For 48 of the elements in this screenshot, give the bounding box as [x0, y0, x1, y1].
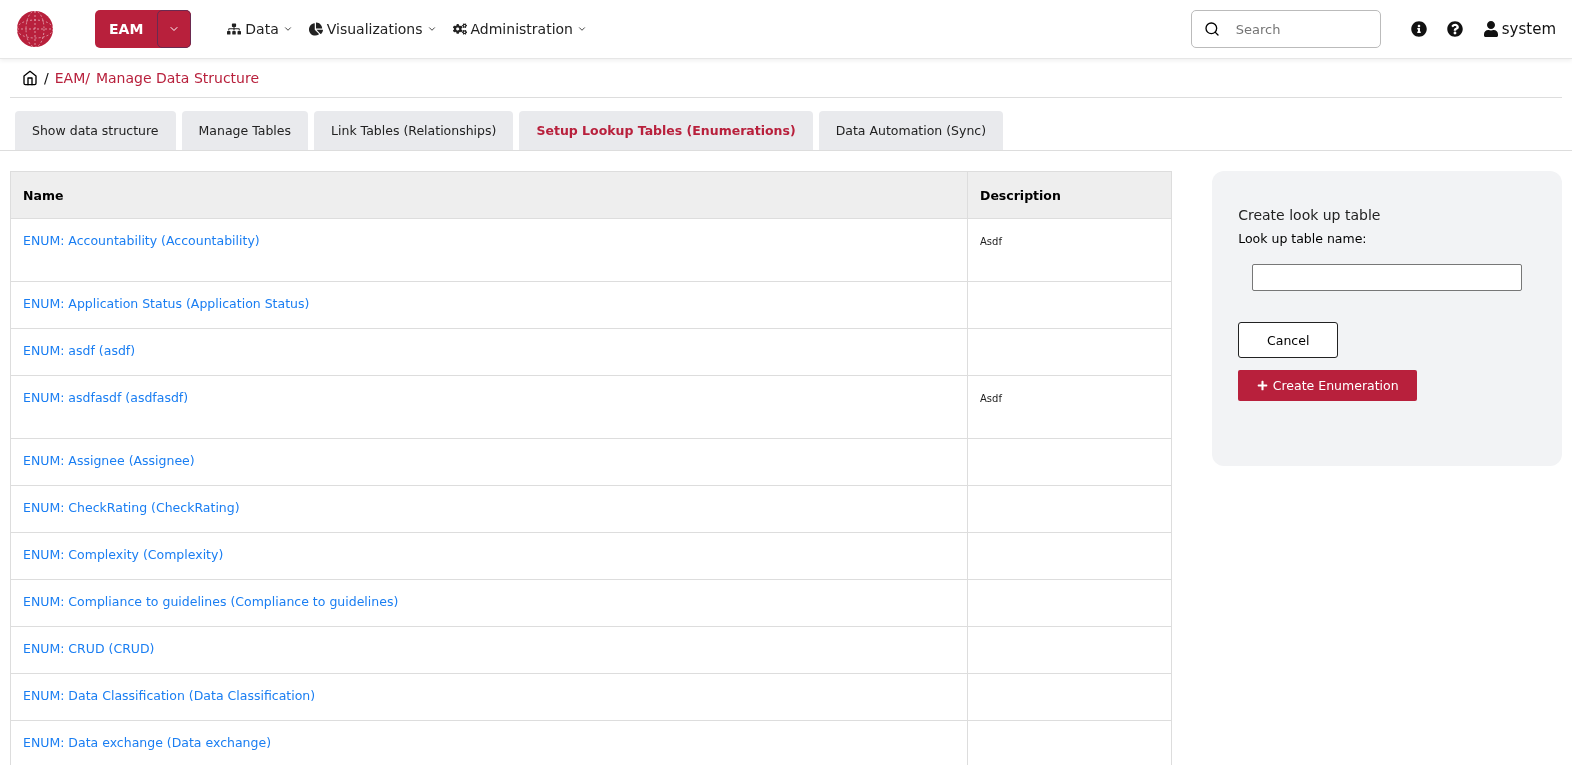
search-icon [1203, 21, 1220, 37]
tab[interactable]: Show data structure [15, 111, 176, 150]
tab[interactable]: Data Automation (Sync) [818, 111, 1004, 150]
enum-link[interactable]: ENUM: Application Status (Application Status) [23, 296, 310, 311]
enum-link[interactable]: ENUM: Accountability (Accountability) [23, 233, 260, 248]
enum-link[interactable]: ENUM: CRUD (CRUD) [23, 641, 155, 656]
sitemap-icon [227, 22, 242, 36]
pie-chart-icon [308, 22, 323, 36]
app-button[interactable]: EAM [95, 10, 158, 48]
description-text: Asdf [980, 393, 1002, 404]
tab[interactable]: Setup Lookup Tables (Enumerations) [519, 111, 813, 150]
column-header: Description [967, 171, 1172, 219]
enum-link[interactable]: ENUM: Assignee (Assignee) [23, 453, 195, 468]
chevron-down-icon [576, 24, 587, 34]
enum-link[interactable]: ENUM: CheckRating (CheckRating) [23, 500, 240, 515]
globe-logo [16, 10, 54, 48]
enum-link[interactable]: ENUM: Data Classification (Data Classification) [23, 688, 316, 703]
info-icon[interactable] [1410, 21, 1427, 37]
user-menu[interactable]: system [1482, 20, 1556, 38]
home-icon[interactable] [22, 70, 38, 86]
help-icon[interactable] [1446, 21, 1463, 37]
breadcrumb-separator: / [44, 70, 49, 86]
gears-icon [452, 22, 467, 36]
dropdown-button[interactable] [157, 10, 192, 48]
create-button[interactable]: Create Enumeration [1238, 370, 1418, 401]
enum-link[interactable]: ENUM: asdfasdf (asdfasdf) [23, 390, 189, 405]
enum-link[interactable]: ENUM: Compliance to guidelines (Compliance to guidelines) [23, 594, 399, 609]
description-text: Asdf [980, 236, 1002, 247]
enum-link[interactable]: ENUM: Complexity (Complexity) [23, 547, 224, 562]
nav-menu[interactable]: Visualizations [306, 21, 439, 37]
enum-link[interactable]: ENUM: asdf (asdf) [23, 343, 136, 358]
enum-link[interactable]: ENUM: Data exchange (Data exchange) [23, 735, 272, 750]
input-field[interactable] [1252, 264, 1523, 291]
chevron-down-icon [426, 24, 437, 34]
column-header: Name [10, 171, 968, 219]
search-field[interactable]: Search [1190, 10, 1381, 48]
panel-title: Create look up table [1238, 207, 1382, 223]
nav-menu[interactable]: Data [225, 21, 295, 37]
breadcrumb-link[interactable]: Manage Data Structure [95, 70, 259, 86]
cancel-button[interactable]: Cancel [1238, 322, 1339, 358]
plus-icon [1256, 380, 1268, 391]
tab[interactable]: Link Tables (Relationships) [314, 111, 514, 150]
chevron-down-icon [282, 24, 293, 34]
field-label: Look up table name: [1238, 231, 1368, 246]
nav-menu[interactable]: Administration [450, 21, 589, 37]
tab[interactable]: Manage Tables [181, 111, 309, 150]
breadcrumb-link[interactable]: EAM/ [54, 70, 90, 86]
user-icon [1482, 21, 1499, 37]
